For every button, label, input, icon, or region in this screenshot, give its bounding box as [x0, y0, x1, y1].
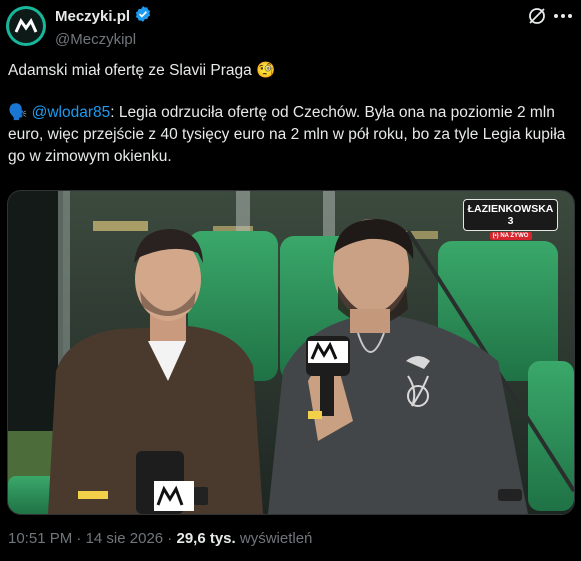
live-badge: (•) NA ŻYWO — [489, 232, 532, 240]
author-block: Meczyki.pl @Meczykipl — [55, 5, 152, 48]
tweet-headline: Adamski miał ofertę ze Slavii Praga — [8, 62, 252, 79]
views-count: 29,6 tys. — [176, 530, 236, 547]
monocle-face-emoji: 🧐 — [256, 62, 276, 79]
tweet-paragraph-2: 🗣️ @wlodar85: Legia odrzuciła ofertę od … — [8, 102, 573, 168]
avatar[interactable] — [6, 6, 46, 46]
views-label: wyświetleń — [235, 530, 313, 547]
stadium-seat — [528, 361, 574, 511]
tweet-date[interactable]: 14 sie 2026 — [86, 530, 164, 547]
display-name[interactable]: Meczyki.pl — [55, 5, 152, 28]
mention-link[interactable]: @wlodar85 — [32, 104, 111, 121]
meta-separator: · — [163, 530, 177, 547]
speaking-head-emoji: 🗣️ — [8, 104, 28, 121]
more-dots-icon[interactable] — [552, 8, 574, 24]
live-overlay: ŁAZIENKOWSKA 3 (•) NA ŻYWO — [463, 199, 558, 240]
author-handle[interactable]: @Meczykipl — [55, 31, 152, 48]
grok-slash-icon[interactable] — [527, 6, 547, 26]
tweet-text: Adamski miał ofertę ze Slavii Praga 🧐 🗣️… — [8, 60, 573, 168]
meta-separator: · — [72, 530, 86, 547]
tweet-media[interactable]: ŁAZIENKOWSKA 3 (•) NA ŻYWO — [7, 190, 575, 515]
verified-badge-icon — [134, 5, 152, 28]
tweet-time[interactable]: 10:51 PM — [8, 530, 72, 547]
overlay-title: ŁAZIENKOWSKA 3 — [463, 199, 558, 231]
meczyki-logo-icon — [9, 9, 43, 43]
tweet-line-1: Adamski miał ofertę ze Slavii Praga 🧐 — [8, 60, 573, 82]
tweet-meta: 10:51 PM · 14 sie 2026 · 29,6 tys. wyświ… — [8, 530, 312, 547]
author-name[interactable]: Meczyki.pl — [55, 8, 130, 25]
